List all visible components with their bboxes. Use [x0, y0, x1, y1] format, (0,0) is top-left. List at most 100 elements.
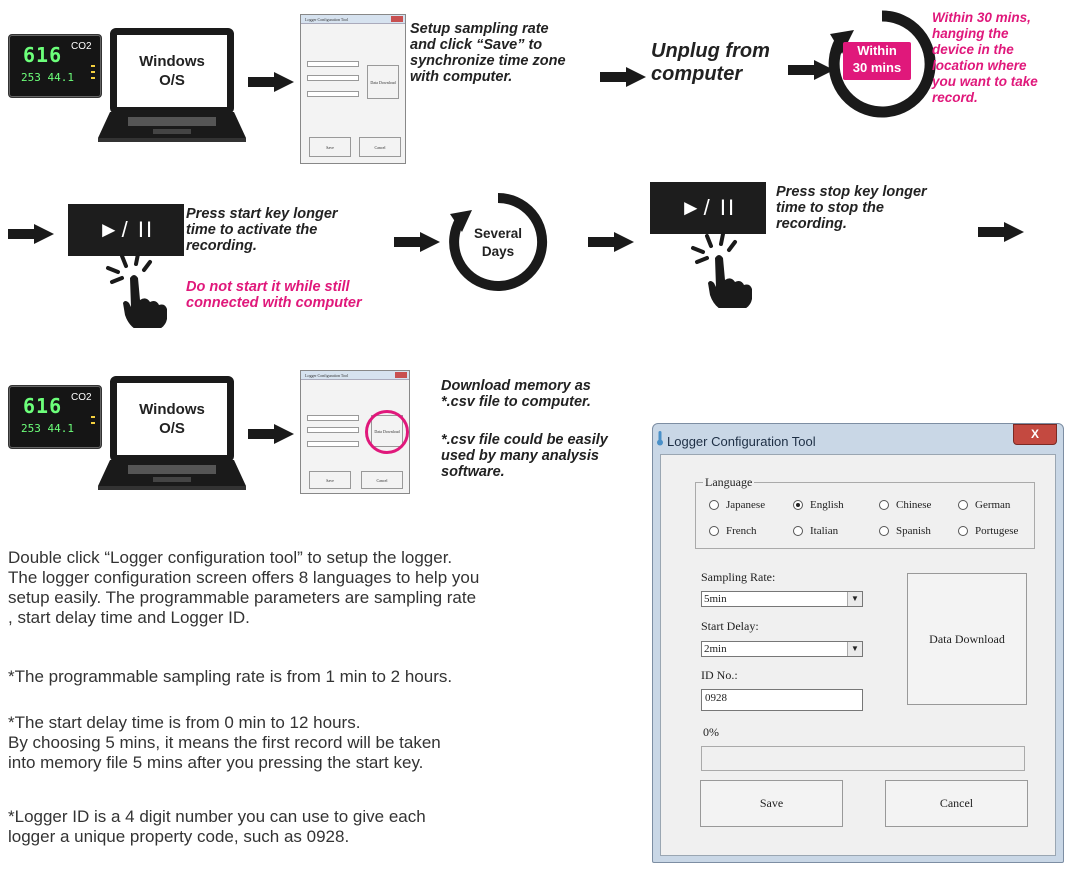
device-unit-label: CO2 [71, 392, 92, 403]
desc-line: Double click “Logger configuration tool”… [8, 548, 453, 567]
description-paragraph-2: *The programmable sampling rate is from … [8, 667, 453, 686]
save-button[interactable]: Save [700, 780, 843, 827]
note-line: device in the [932, 42, 1014, 57]
stop-caption: Press stop key longer time to stop the r… [776, 184, 927, 232]
note-line: record. [932, 90, 978, 105]
caption-line: used by many analysis [441, 448, 599, 464]
mini-save-button: Save [309, 137, 351, 157]
arrow-right-icon [394, 232, 440, 252]
radio-portugese[interactable]: Portugese [958, 525, 1018, 537]
close-button[interactable]: X [1013, 424, 1057, 445]
desc-line: By choosing 5 mins, it means the first r… [8, 733, 441, 752]
caption-line: with computer. [410, 69, 513, 85]
caption-line: Press stop key longer [776, 184, 927, 200]
download-progress-bar [701, 746, 1025, 771]
radio-english[interactable]: English [793, 499, 844, 511]
logger-config-window: Logger Configuration Tool X Language Jap… [652, 423, 1064, 863]
desc-line: , start delay time and Logger ID. [8, 608, 250, 627]
start-delay-label: Start Delay: [701, 619, 759, 633]
os-label-line2: O/S [159, 420, 185, 437]
arrow-right-icon [8, 224, 54, 244]
caption-line: recording. [776, 216, 847, 232]
mini-cancel-button: Cancel [359, 137, 401, 157]
start-delay-select[interactable]: 2min ▼ [701, 641, 863, 657]
desc-line: into memory file 5 mins after you pressi… [8, 753, 424, 772]
caption-line: Press start key longer [186, 206, 338, 222]
sampling-rate-select[interactable]: 5min ▼ [701, 591, 863, 607]
note-line: Within 30 mins, [932, 10, 1031, 25]
sampling-rate-label: Sampling Rate: [701, 570, 776, 584]
radio-label: English [810, 499, 844, 511]
progress-percent: 0% [703, 725, 719, 739]
radio-chinese[interactable]: Chinese [879, 499, 931, 511]
download-highlight-circle [365, 410, 409, 454]
timer-line: 30 mins [852, 60, 902, 75]
radio-spanish[interactable]: Spanish [879, 525, 931, 537]
pressing-hand-icon [106, 252, 167, 328]
radio-label: Portugese [975, 525, 1019, 537]
laptop-keyboard-icon [98, 112, 246, 142]
days-line: Days [481, 244, 515, 259]
desc-line: setup easily. The programmable parameter… [8, 588, 477, 607]
device-led [91, 77, 95, 79]
radio-label: Spanish [896, 525, 931, 537]
description-paragraph-1: Double click “Logger configuration tool”… [8, 548, 479, 628]
radio-label: Chinese [896, 499, 932, 511]
timer-line: Within [857, 43, 897, 58]
radio-dot [879, 500, 889, 510]
caption-line: recording. [186, 238, 257, 254]
csv-caption: *.csv file could be easily used by many … [441, 432, 608, 480]
chevron-down-icon[interactable]: ▼ [847, 592, 862, 606]
sampling-rate-value: 5min [704, 593, 727, 605]
thermometer-icon [657, 431, 663, 446]
caption-line: time to stop the [776, 200, 884, 216]
radio-dot-selected [793, 500, 803, 510]
radio-japanese[interactable]: Japanese [709, 499, 765, 511]
radio-italian[interactable]: Italian [793, 525, 838, 537]
caption-line: software. [441, 464, 505, 480]
caption-line: *.csv file could be easily [441, 432, 608, 448]
co2-monitor-device: 616 CO2 253 44.1 [8, 34, 102, 98]
arrow-right-icon [600, 67, 646, 87]
description-paragraph-3: *The start delay time is from 0 min to 1… [8, 713, 441, 773]
desc-line: *The start delay time is from 0 min to 1… [8, 713, 361, 732]
id-input[interactable]: 0928 [701, 689, 863, 711]
language-legend: Language [703, 475, 755, 490]
radio-german[interactable]: German [958, 499, 1010, 511]
description-paragraph-4: *Logger ID is a 4 digit number you can u… [8, 807, 426, 847]
desc-line: *Logger ID is a 4 digit number you can u… [8, 807, 426, 826]
note-line: location where [932, 58, 1027, 73]
radio-label: Italian [810, 525, 839, 537]
radio-label: German [975, 499, 1011, 511]
desc-line: The logger configuration screen offers 8… [8, 568, 480, 587]
days-line: Several [473, 226, 523, 241]
mini-tool-title: Logger Configuration Tool [305, 16, 349, 22]
cancel-button[interactable]: Cancel [885, 780, 1028, 827]
within-30-badge: Within 30 mins [843, 42, 911, 80]
note-line: hanging the [932, 26, 1009, 41]
caption-line: Setup sampling rate [410, 21, 549, 37]
mini-save-button: Save [309, 471, 351, 489]
radio-dot [709, 526, 719, 536]
start-warning: Do not start it while still connected wi… [186, 279, 362, 311]
window-title: Logger Configuration Tool [667, 434, 816, 449]
device-secondary-reading: 253 44.1 [21, 71, 74, 84]
arrow-right-icon [248, 424, 294, 444]
radio-dot [958, 526, 968, 536]
mini-tool-title: Logger Configuration Tool [305, 372, 349, 378]
radio-french[interactable]: French [709, 525, 757, 537]
laptop-keyboard-icon [98, 460, 246, 490]
data-download-button[interactable]: Data Download [907, 573, 1027, 705]
arrow-right-icon [588, 232, 634, 252]
os-label-line1: Windows [139, 401, 205, 418]
start-caption: Press start key longer time to activate … [186, 206, 338, 254]
device-led [91, 71, 95, 73]
id-label: ID No.: [701, 668, 738, 682]
radio-label: Japanese [726, 499, 766, 511]
radio-dot [793, 526, 803, 536]
chevron-down-icon[interactable]: ▼ [847, 642, 862, 656]
device-main-reading: 616 [23, 43, 63, 67]
os-label-line2: O/S [159, 72, 185, 89]
device-main-reading: 616 [23, 394, 63, 418]
device-unit-label: CO2 [71, 41, 92, 52]
